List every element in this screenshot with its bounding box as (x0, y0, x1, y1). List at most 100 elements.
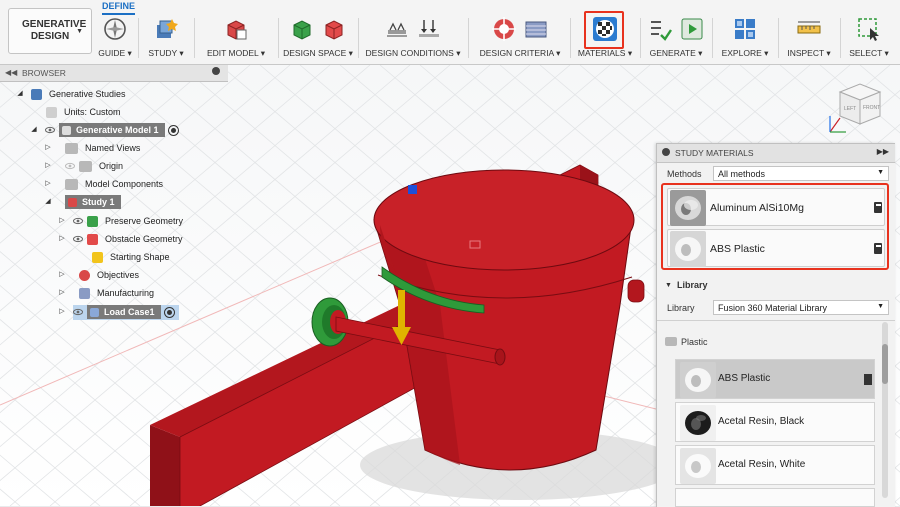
model-icon (62, 125, 71, 135)
activate-radio-icon[interactable] (167, 124, 179, 136)
preserve-icon (87, 215, 98, 227)
visibility-eye-icon[interactable] (65, 161, 75, 171)
expand-icon[interactable]: ◢ (30, 126, 38, 134)
abs-thumbnail-icon (680, 362, 716, 398)
expand-panel-icon[interactable]: ▶▶ (877, 147, 889, 156)
expand-icon[interactable]: ▷ (58, 235, 66, 243)
design-conditions-label: DESIGN CONDITIONS ▾ (365, 48, 461, 58)
edit-model-group[interactable]: EDIT MODEL ▾ (200, 16, 272, 62)
library-label: Library (667, 303, 695, 313)
design-space-group[interactable]: DESIGN SPACE ▾ (282, 16, 354, 62)
toolbar: GENERATIVE DESIGN ▼ DEFINE GUIDE ▾ STUDY… (0, 0, 900, 65)
expand-icon[interactable]: ▷ (58, 271, 66, 279)
load-case-row[interactable]: Load Case1 (73, 304, 179, 320)
viewcube[interactable]: LEFT FRONT (828, 78, 890, 134)
browser-header: ◀◀ BROWSER (0, 65, 228, 82)
library-material-card[interactable]: Acetal Resin, White (675, 445, 875, 485)
tree-item-generative-studies[interactable]: ◢ Generative Studies (16, 86, 126, 102)
tree-item-objectives[interactable]: ▷ Objectives (58, 267, 139, 283)
study-icon (68, 197, 77, 207)
pin-icon[interactable] (662, 148, 670, 156)
tree-item-obstacle-geometry[interactable]: ▷ Obstacle Geometry (58, 231, 183, 247)
preserve-geometry-icon (293, 20, 311, 40)
viewcube-left-face[interactable]: LEFT (844, 106, 856, 112)
library-material-card[interactable]: ABS Plastic (675, 359, 875, 399)
expand-icon[interactable]: ▷ (44, 180, 52, 188)
tree-item-manufacturing[interactable]: ▷ Manufacturing (58, 285, 154, 301)
methods-dropdown[interactable]: All methods ▼ (713, 166, 889, 181)
tree-item-label: Manufacturing (97, 288, 155, 298)
visibility-eye-icon[interactable] (73, 307, 83, 317)
tree-item-generative-model[interactable]: ◢ Generative Model 1 (30, 122, 179, 138)
expand-icon[interactable]: ▷ (58, 289, 66, 297)
tree-item-study[interactable]: ◢ Study 1 (44, 194, 121, 210)
guide-group[interactable]: GUIDE ▾ (96, 16, 134, 62)
abs-thumbnail-icon (670, 231, 706, 267)
generative-model-row[interactable]: Generative Model 1 (59, 123, 165, 137)
browser-title: BROWSER (22, 68, 66, 78)
viewcube-front-face[interactable]: FRONT (863, 105, 880, 111)
library-material-card[interactable]: Acetal Resin, Black (675, 402, 875, 442)
visibility-eye-icon[interactable] (45, 125, 55, 135)
acetal-black-thumbnail-icon (680, 405, 716, 441)
study-group[interactable]: STUDY ▾ (144, 16, 188, 62)
design-criteria-label: DESIGN CRITERIA ▾ (479, 48, 561, 58)
generate-label: GENERATE ▾ (649, 48, 703, 58)
expand-icon[interactable]: ◢ (16, 90, 24, 98)
tree-item-units[interactable]: Units: Custom (46, 104, 121, 120)
explore-group[interactable]: EXPLORE ▾ (716, 16, 774, 62)
manufacturing-icon (525, 21, 547, 38)
tree-item-model-components[interactable]: ▷ Model Components (44, 176, 163, 192)
pin-icon[interactable] (212, 67, 220, 75)
select-group[interactable]: SELECT ▾ (842, 16, 896, 62)
tree-item-label: Generative Model 1 (76, 125, 159, 135)
library-material-card[interactable] (675, 488, 875, 507)
tree-item-load-case[interactable]: ▷ Load Case1 (58, 304, 179, 320)
scrollbar-thumb[interactable] (882, 344, 888, 384)
design-criteria-group[interactable]: DESIGN CRITERIA ▾ (476, 16, 564, 62)
tree-item-label: Named Views (85, 143, 141, 153)
folder-icon (65, 178, 78, 190)
load-case-label-row[interactable]: Load Case1 (87, 305, 161, 319)
collapse-triangle-icon[interactable]: ▼ (665, 282, 672, 289)
tree-item-named-views[interactable]: ▷ Named Views (44, 140, 140, 156)
calculator-icon[interactable] (874, 202, 882, 213)
workspace-label: GENERATIVE DESIGN (22, 19, 87, 42)
collapse-icon[interactable]: ◀◀ (5, 68, 17, 77)
tree-item-origin[interactable]: ▷ Origin (44, 158, 123, 174)
inspect-group[interactable]: INSPECT ▾ (782, 16, 836, 62)
structural-load-icon (419, 20, 439, 37)
select-icon (858, 18, 879, 41)
design-conditions-group[interactable]: DESIGN CONDITIONS ▾ (364, 16, 462, 62)
expand-icon[interactable]: ▷ (58, 217, 66, 225)
edit-model-icon (227, 20, 247, 40)
expand-icon[interactable]: ▷ (44, 162, 52, 170)
expand-icon[interactable]: ◢ (44, 198, 52, 206)
expand-icon[interactable]: ▷ (44, 144, 52, 152)
generate-icon (681, 18, 703, 40)
tab-define[interactable]: DEFINE (102, 1, 136, 15)
workspace-switcher[interactable]: GENERATIVE DESIGN ▼ (8, 8, 92, 54)
study-row[interactable]: Study 1 (65, 195, 121, 209)
tree-item-preserve-geometry[interactable]: ▷ Preserve Geometry (58, 213, 183, 229)
manufacturing-icon (79, 287, 90, 299)
folder-name: Plastic (681, 337, 708, 347)
study-icon (157, 19, 178, 38)
calculator-icon[interactable] (864, 374, 872, 385)
tree-item-label: Starting Shape (110, 252, 170, 262)
expand-icon[interactable]: ▷ (58, 308, 66, 316)
library-dropdown[interactable]: Fusion 360 Material Library ▼ (713, 300, 889, 315)
calculator-icon[interactable] (874, 243, 882, 254)
folder-icon (665, 337, 677, 346)
generate-group[interactable]: GENERATE ▾ (644, 16, 708, 62)
tree-item-starting-shape[interactable]: Starting Shape (92, 249, 170, 265)
explore-label: EXPLORE ▾ (721, 48, 769, 58)
library-value: Fusion 360 Material Library (718, 303, 828, 313)
activate-radio-icon[interactable] (163, 306, 175, 318)
tree-item-label: Preserve Geometry (105, 216, 184, 226)
study-material-card[interactable]: ABS Plastic (667, 229, 885, 267)
visibility-eye-icon[interactable] (73, 234, 83, 244)
chevron-down-icon: ▼ (877, 169, 884, 176)
visibility-eye-icon[interactable] (73, 216, 83, 226)
study-material-card[interactable]: Aluminum AlSi10Mg (667, 188, 885, 226)
